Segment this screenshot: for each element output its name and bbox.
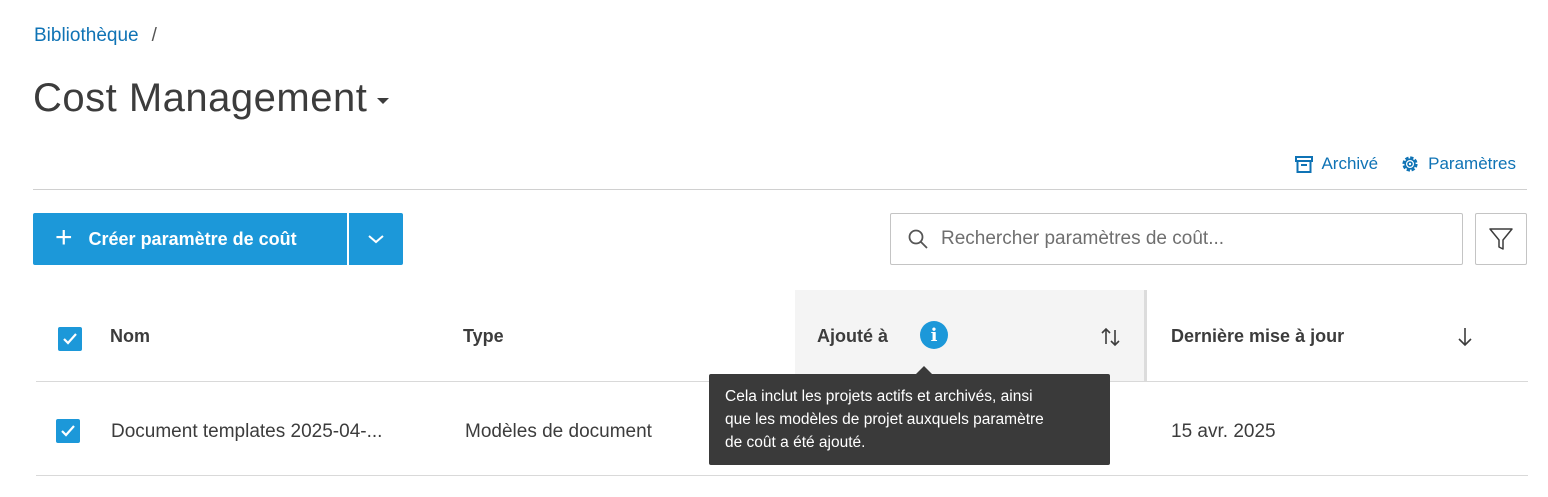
search-input[interactable] (941, 228, 1441, 250)
tooltip-line-1: Cela inclut les projets actifs et archiv… (725, 388, 1033, 405)
breadcrumb-link-bibliotheque[interactable]: Bibliothèque (34, 25, 139, 47)
column-header-type[interactable]: Type (463, 290, 504, 382)
column-header-name[interactable]: Nom (110, 290, 150, 382)
tooltip-arrow (916, 366, 932, 374)
select-all-checkbox[interactable] (58, 327, 82, 351)
sort-icon[interactable] (1100, 326, 1122, 348)
row-name[interactable]: Document templates 2025-04-... (111, 421, 382, 443)
archived-label: Archivé (1321, 154, 1379, 173)
search-box (890, 213, 1463, 265)
archive-icon (1295, 155, 1314, 173)
top-actions: Archivé Paramètres (1295, 154, 1516, 174)
create-cost-setting-label: Créer paramètre de coût (88, 228, 297, 249)
create-split-button: + Créer paramètre de coût (33, 213, 403, 265)
header-divider (33, 189, 1527, 190)
settings-label: Paramètres (1428, 154, 1516, 173)
row-checkbox[interactable] (56, 419, 80, 443)
page-title[interactable]: Cost Management (33, 76, 367, 121)
table-header: Nom Type Ajouté à i Dernière mise à jour (36, 290, 1528, 382)
info-icon[interactable]: i (920, 321, 948, 349)
column-resize-handle[interactable] (1144, 290, 1147, 382)
create-cost-setting-button[interactable]: + Créer paramètre de coût (33, 213, 347, 265)
row-last-updated: 15 avr. 2025 (1171, 421, 1276, 442)
checkmark-icon (63, 333, 77, 345)
tooltip-line-3: de coût a été ajouté. (725, 434, 866, 451)
info-tooltip: Cela inclut les projets actifs et archiv… (709, 374, 1110, 465)
checkmark-icon (61, 425, 75, 437)
funnel-icon (1489, 228, 1513, 250)
chevron-down-icon (368, 235, 384, 244)
archived-button[interactable]: Archivé (1295, 154, 1378, 174)
tooltip-line-2: que les modèles de projet auxquels param… (725, 411, 1044, 428)
search-icon (908, 229, 928, 249)
column-header-last-updated[interactable]: Dernière mise à jour (1171, 290, 1344, 382)
arrow-down-icon[interactable] (1455, 326, 1475, 348)
page-title-row: Cost Management (33, 76, 390, 121)
filter-button[interactable] (1475, 213, 1527, 265)
row-type: Modèles de document (465, 421, 652, 442)
breadcrumb-separator: / (151, 25, 157, 46)
plus-icon: + (55, 220, 73, 254)
settings-button[interactable]: Paramètres (1400, 154, 1516, 174)
row-divider (36, 475, 1528, 476)
column-header-added-to[interactable]: Ajouté à (817, 290, 888, 382)
caret-down-icon[interactable] (377, 97, 390, 104)
gear-icon (1402, 156, 1418, 172)
breadcrumb: Bibliothèque / (34, 25, 157, 47)
create-dropdown-button[interactable] (349, 213, 403, 265)
